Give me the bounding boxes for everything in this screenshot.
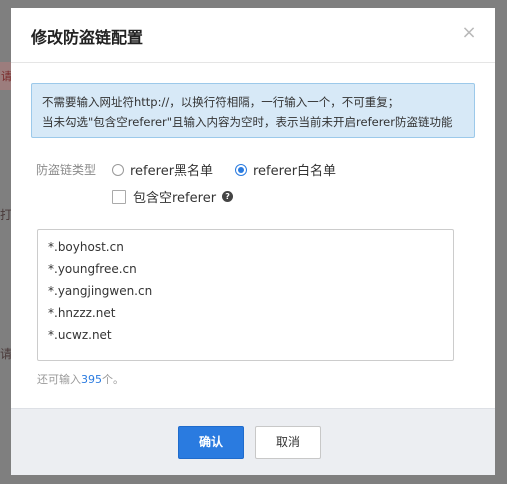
dialog-footer: 确认 取消 <box>11 408 495 475</box>
domain-line: *.hnzzz.net <box>48 306 116 320</box>
domain-line: *.yangjingwen.cn <box>48 284 153 298</box>
notice-box: 不需要输入网址符http://，以换行符相隔，一行输入一个，不可重复； 当未勾选… <box>31 83 475 138</box>
cancel-button[interactable]: 取消 <box>255 426 321 459</box>
remaining-count: 395 <box>81 373 102 386</box>
domain-line: *.youngfree.cn <box>48 262 137 276</box>
anti-leech-config-dialog: 修改防盗链配置 × 不需要输入网址符http://，以换行符相隔，一行输入一个，… <box>11 8 495 475</box>
dialog-title: 修改防盗链配置 <box>31 28 144 47</box>
close-icon[interactable]: × <box>461 24 477 42</box>
confirm-button[interactable]: 确认 <box>178 426 244 459</box>
domain-list-textarea[interactable]: *.boyhost.cn *.youngfree.cn *.yangjingwe… <box>37 229 454 361</box>
notice-line: 当未勾选"包含空referer"且输入内容为空时，表示当前未开启referer防… <box>42 115 453 129</box>
radio-referer-whitelist[interactable]: referer白名单 <box>235 160 336 179</box>
empty-referer-option[interactable]: 包含空referer ? <box>112 187 234 206</box>
radio-button[interactable] <box>112 163 124 176</box>
remaining-count-text: 还可输入395个。 <box>37 373 124 386</box>
radio-label: referer黑名单 <box>130 164 214 179</box>
radio-referer-blacklist[interactable]: referer黑名单 <box>112 160 213 179</box>
empty-referer-label: 包含空referer <box>133 191 217 206</box>
dialog-header: 修改防盗链配置 × <box>11 8 495 63</box>
domain-line: *.boyhost.cn <box>48 240 124 254</box>
domain-line: *.ucwz.net <box>48 328 112 342</box>
radio-label: referer白名单 <box>253 164 337 179</box>
radio-button-selected[interactable] <box>235 163 247 176</box>
help-icon[interactable]: ? <box>222 191 234 202</box>
referer-type-label: 防盗链类型 <box>36 163 97 177</box>
notice-line: 不需要输入网址符http://，以换行符相隔，一行输入一个，不可重复； <box>42 95 400 109</box>
empty-referer-checkbox[interactable] <box>112 189 126 204</box>
